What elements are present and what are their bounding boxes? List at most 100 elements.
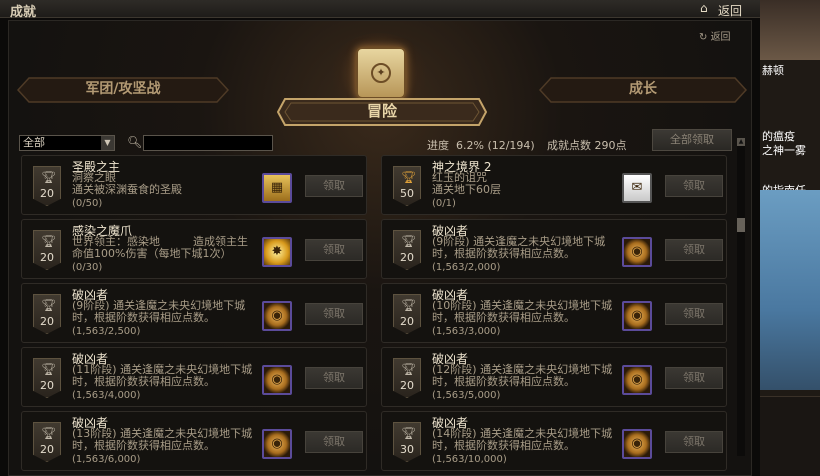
claim-button[interactable]: 领取 — [305, 303, 363, 325]
coin-emblem-icon: ◉ — [262, 429, 292, 459]
achievement-desc: (14阶段) 通关逢魔之未央幻境地下城时，根据阶数获得相应点数。 — [432, 427, 613, 452]
claim-button[interactable]: 领取 — [665, 239, 723, 261]
tab-adventure[interactable]: 冒险 — [277, 96, 487, 128]
trophy-icon: 🏆︎ — [41, 234, 57, 248]
points-label: 成就点数 — [547, 139, 591, 152]
coin-emblem-icon: ◉ — [622, 429, 652, 459]
window-titlebar: 成就 ⌂ 返回 — [0, 0, 760, 20]
achievement-card: 🏆︎ 50 神之境界 2 红玉的诅咒 通关地下60层 (0/1) ✉ 领取 — [381, 155, 727, 215]
tab-legion-raid-label: 军团/攻坚战 — [85, 81, 161, 97]
achievement-desc: (10阶段) 通关逢魔之未央幻境地下城时，根据阶数获得相应点数。 — [432, 299, 613, 324]
search-input[interactable] — [143, 135, 273, 151]
progress-label: 进度 — [427, 139, 449, 152]
trophy-icon: 🏆︎ — [41, 298, 57, 312]
achievement-desc: (13阶段) 通关逢魔之未央幻境地下城时，根据阶数获得相应点数。 — [72, 427, 253, 452]
coin-emblem-icon: ◉ — [622, 237, 652, 267]
achievement-progress: (0/30) — [72, 262, 103, 273]
claim-button[interactable]: 领取 — [665, 431, 723, 453]
trophy-icon: 🏆︎ — [41, 362, 57, 376]
achievement-list: 🏆︎ 20 圣殿之主 洞察之眼 通关被深渊蚕食的圣殿 (0/50) ▦ 领取 🏆︎… — [15, 155, 745, 476]
achievement-desc: (11阶段) 通关逢魔之未央幻境地下城时，根据阶数获得相应点数。 — [72, 363, 253, 388]
background-game-view: 赫顿 的瘟疫 之神一雾 的指南任 — [760, 0, 820, 476]
achievement-progress: (1,563/10,000) — [432, 454, 507, 465]
trophy-icon: 🏆︎ — [401, 362, 417, 376]
claw-burst-icon: ✸ — [262, 237, 292, 267]
coin-emblem-icon: ◉ — [622, 365, 652, 395]
trophy-badge: 🏆︎ 20 — [33, 294, 61, 334]
achievement-panel: ↻ 返回 ✦ 军团/攻坚战 成长 冒险 全部 ▼ 🔍︎ 进度 6.2% (12/… — [8, 20, 752, 476]
trophy-badge: 🏆︎ 30 — [393, 422, 421, 462]
trophy-badge: 🏆︎ 20 — [393, 358, 421, 398]
trophy-icon: 🏆︎ — [401, 170, 417, 184]
trophy-icon: 🏆︎ — [41, 426, 57, 440]
claim-button[interactable]: 领取 — [665, 367, 723, 389]
progress-value: 6.2% (12/194) — [456, 139, 535, 152]
map-icon: ▦ — [262, 173, 292, 203]
claim-button[interactable]: 领取 — [305, 175, 363, 197]
achievement-card: 🏆︎ 20 圣殿之主 洞察之眼 通关被深渊蚕食的圣殿 (0/50) ▦ 领取 — [21, 155, 367, 215]
titlebar-back-button[interactable]: 返回 — [718, 2, 742, 19]
achievement-card: 🏆︎ 30 破凶者 (14阶段) 通关逢魔之未央幻境地下城时，根据阶数获得相应点数… — [381, 411, 727, 471]
trophy-badge: 🏆︎ 20 — [393, 294, 421, 334]
trophy-icon: 🏆︎ — [41, 170, 57, 184]
coin-emblem-icon: ◉ — [262, 301, 292, 331]
category-select-value: 全部 — [23, 136, 45, 149]
category-select[interactable]: 全部 ▼ — [19, 135, 115, 151]
side-text: 之神一雾 — [762, 144, 806, 157]
tab-legion-raid[interactable]: 军团/攻坚战 — [17, 77, 229, 103]
claim-button[interactable]: 领取 — [305, 431, 363, 453]
achievement-card: 🏆︎ 20 破凶者 (10阶段) 通关逢魔之未央幻境地下城时，根据阶数获得相应点数… — [381, 283, 727, 343]
trophy-badge: 🏆︎ 50 — [393, 166, 421, 206]
home-icon[interactable]: ⌂ — [700, 1, 708, 15]
achievement-card: 🏆︎ 20 破凶者 (13阶段) 通关逢魔之未央幻境地下城时，根据阶数获得相应点数… — [21, 411, 367, 471]
achievement-progress: (1,563/2,000) — [432, 262, 501, 273]
window-title: 成就 — [10, 5, 37, 20]
achievement-card: 🏆︎ 20 感染之魔爪 世界领主：感染地 造成领主生命值100%伤害（每地下城1次… — [21, 219, 367, 279]
trophy-badge: 🏆︎ 20 — [33, 166, 61, 206]
background-scenery — [760, 0, 820, 60]
achievement-progress: (1,563/3,000) — [432, 326, 501, 337]
achievement-progress: (0/1) — [432, 198, 456, 209]
side-text: 赫顿 — [762, 64, 784, 77]
tab-growth-label: 成长 — [629, 81, 657, 97]
achievement-desc: 洞察之眼 通关被深渊蚕食的圣殿 — [72, 171, 182, 196]
claim-all-button[interactable]: 全部领取 — [652, 129, 732, 151]
panel-back-button[interactable]: ↻ 返回 — [699, 28, 731, 43]
achievement-desc: (12阶段) 通关逢魔之未央幻境地下城时，根据阶数获得相应点数。 — [432, 363, 613, 388]
trophy-icon: 🏆︎ — [401, 426, 417, 440]
points-value: 290点 — [594, 139, 627, 152]
trophy-badge: 🏆︎ 20 — [33, 358, 61, 398]
points-readout: 成就点数 290点 — [547, 137, 627, 153]
achievement-desc: 红玉的诅咒 通关地下60层 — [432, 171, 501, 196]
trophy-icon: 🏆︎ — [401, 234, 417, 248]
achievement-card: 🏆︎ 20 破凶者 (9阶段) 通关逢魔之未央幻境地下城时，根据阶数获得相应点数。… — [381, 219, 727, 279]
achievement-progress: (1,563/5,000) — [432, 390, 501, 401]
achievement-progress: (1,563/4,000) — [72, 390, 141, 401]
achievement-card: 🏆︎ 20 破凶者 (12阶段) 通关逢魔之未央幻境地下城时，根据阶数获得相应点数… — [381, 347, 727, 407]
achievement-desc: (9阶段) 通关逢魔之未央幻境地下城时，根据阶数获得相应点数。 — [72, 299, 246, 324]
trophy-badge: 🏆︎ 20 — [393, 230, 421, 270]
achievement-desc: 世界领主：感染地 造成领主生命值100%伤害（每地下城1次） — [72, 235, 248, 260]
claim-button[interactable]: 领取 — [305, 367, 363, 389]
achievement-progress: (1,563/6,000) — [72, 454, 141, 465]
list-scrollbar[interactable]: ▲ — [737, 138, 745, 456]
achievement-progress: (0/50) — [72, 198, 103, 209]
claim-button[interactable]: 领取 — [665, 303, 723, 325]
progress-readout: 进度 6.2% (12/194) — [427, 137, 535, 153]
scroll-compass-icon: ✦ — [356, 47, 406, 99]
claim-button[interactable]: 领取 — [305, 239, 363, 261]
achievement-card: 🏆︎ 20 破凶者 (9阶段) 通关逢魔之未央幻境地下城时，根据阶数获得相应点数。… — [21, 283, 367, 343]
achievement-progress: (1,563/2,500) — [72, 326, 141, 337]
tab-growth[interactable]: 成长 — [539, 77, 747, 103]
game-hud — [760, 396, 820, 476]
search-icon: 🔍︎ — [127, 135, 143, 149]
scroll-up-icon[interactable]: ▲ — [737, 138, 745, 146]
achievement-desc: (9阶段) 通关逢魔之未央幻境地下城时，根据阶数获得相应点数。 — [432, 235, 606, 260]
claim-button[interactable]: 领取 — [665, 175, 723, 197]
trophy-icon: 🏆︎ — [401, 298, 417, 312]
scrollbar-thumb[interactable] — [737, 218, 745, 232]
tab-adventure-label: 冒险 — [366, 102, 397, 120]
chevron-down-icon[interactable]: ▼ — [101, 136, 114, 150]
trophy-badge: 🏆︎ 20 — [33, 422, 61, 462]
scroll-paper-icon: ✉ — [622, 173, 652, 203]
